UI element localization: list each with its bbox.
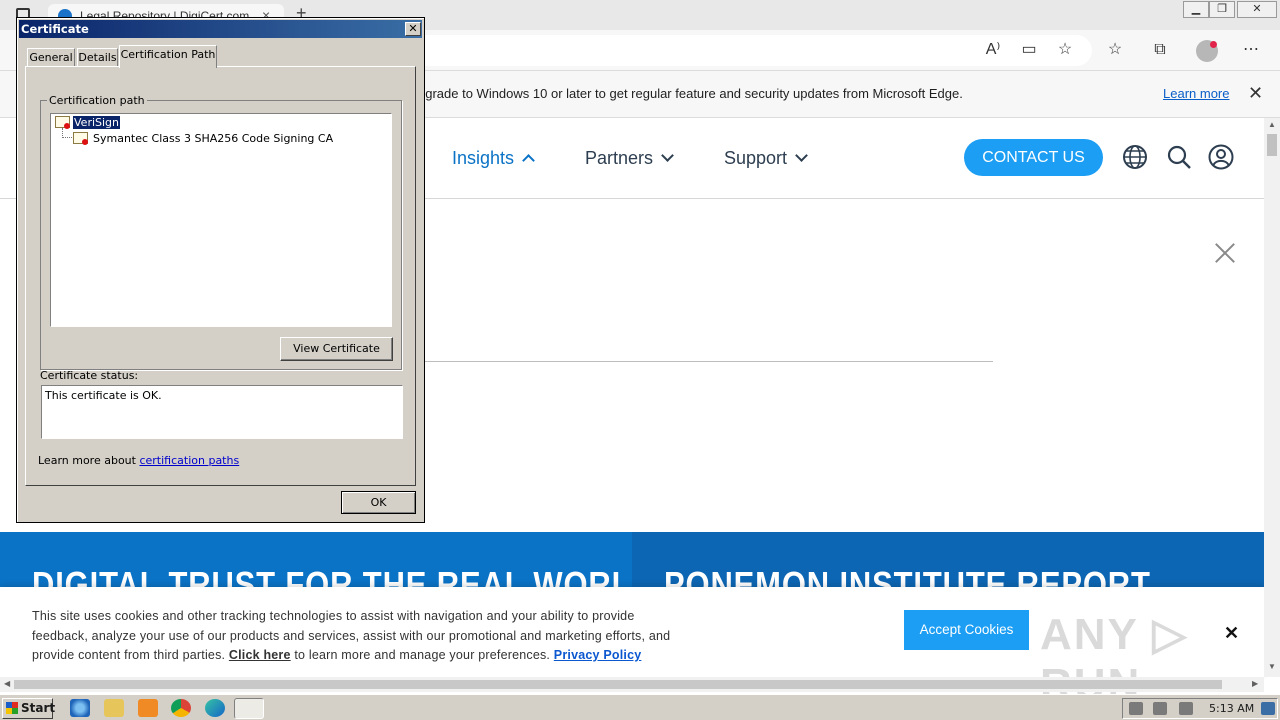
maximize-button[interactable]: ❐ bbox=[1209, 1, 1235, 18]
scroll-left-icon[interactable]: ◀ bbox=[4, 679, 10, 688]
learn-prefix: Learn more about bbox=[38, 454, 136, 467]
horizontal-scroll-thumb[interactable] bbox=[14, 680, 1222, 689]
nav-support-label: Support bbox=[724, 148, 788, 168]
favorites-icon[interactable]: ☆ bbox=[1104, 39, 1126, 61]
start-button[interactable]: Start bbox=[2, 698, 56, 719]
infobar-message: pgrade to Windows 10 or later to get reg… bbox=[418, 86, 963, 101]
panel-close-icon[interactable] bbox=[1212, 240, 1238, 266]
document-icon[interactable] bbox=[234, 698, 264, 719]
learn-more-link[interactable]: Learn more bbox=[1163, 86, 1229, 101]
add-favorite-icon[interactable]: ☆ bbox=[1054, 39, 1076, 61]
show-desktop-icon[interactable] bbox=[1261, 702, 1275, 715]
certification-paths-link[interactable]: certification paths bbox=[139, 454, 239, 467]
vertical-scrollbar[interactable]: ▲ ▼ bbox=[1264, 118, 1280, 677]
vertical-scroll-thumb[interactable] bbox=[1267, 134, 1277, 156]
chevron-up-icon bbox=[522, 154, 535, 167]
cookie-banner: This site uses cookies and other trackin… bbox=[0, 587, 1264, 709]
read-aloud-icon[interactable]: A⁾ bbox=[982, 39, 1004, 61]
banner-digital-trust[interactable]: DIGITAL TRUST FOR THE REAL WORLD bbox=[0, 532, 632, 592]
privacy-policy-link[interactable]: Privacy Policy bbox=[554, 648, 642, 662]
divider bbox=[424, 361, 993, 362]
tree-connector bbox=[62, 128, 72, 138]
tab-certification-path[interactable]: Certification Path bbox=[119, 45, 217, 68]
chrome-icon[interactable] bbox=[171, 699, 191, 717]
explorer-icon[interactable] bbox=[104, 699, 124, 717]
certification-path-group: Certification path VeriSign Symantec Cla… bbox=[40, 94, 402, 370]
chevron-down-icon bbox=[661, 149, 674, 162]
horizontal-scrollbar[interactable]: ◀ ▶ bbox=[0, 677, 1264, 692]
chevron-down-icon bbox=[795, 149, 808, 162]
tab-details[interactable]: Details bbox=[77, 48, 118, 67]
system-tray: 5:13 AM bbox=[1122, 698, 1278, 719]
dialog-title: Certificate bbox=[21, 22, 89, 36]
certificate-icon bbox=[55, 116, 70, 129]
tab-general[interactable]: General bbox=[27, 48, 75, 67]
certificate-dialog: Certificate ✕ General Details Certificat… bbox=[16, 17, 425, 523]
dialog-title-bar[interactable]: Certificate ✕ bbox=[19, 20, 422, 38]
certificate-status-field[interactable]: This certificate is OK. bbox=[41, 385, 403, 439]
scroll-up-icon[interactable]: ▲ bbox=[1268, 120, 1276, 129]
taskbar: Start 5:13 AM bbox=[0, 694, 1280, 720]
nav-insights-label: Insights bbox=[452, 148, 515, 168]
nav-partners[interactable]: Partners bbox=[585, 148, 674, 169]
windows-logo-icon bbox=[6, 702, 18, 714]
edge-icon[interactable] bbox=[205, 699, 225, 717]
ie-icon[interactable] bbox=[70, 699, 90, 717]
tree-node-child[interactable]: Symantec Class 3 SHA256 Code Signing CA bbox=[93, 132, 333, 145]
tree-node-root[interactable]: VeriSign bbox=[73, 116, 121, 129]
profile-icon[interactable] bbox=[1196, 40, 1218, 62]
learn-more-text: Learn more about certification paths bbox=[38, 454, 239, 467]
certificate-status-text: This certificate is OK. bbox=[45, 389, 162, 402]
more-icon[interactable]: ⋯ bbox=[1240, 39, 1262, 61]
flag-icon[interactable] bbox=[1179, 702, 1193, 715]
network-icon[interactable] bbox=[1153, 702, 1167, 715]
cookie-close-icon[interactable]: ✕ bbox=[1224, 623, 1239, 644]
infobar-close-icon[interactable]: ✕ bbox=[1248, 83, 1263, 104]
cookie-text-after: to learn more and manage your preference… bbox=[294, 648, 551, 662]
certificate-error-icon bbox=[73, 132, 88, 145]
collections-icon[interactable]: ⧉ bbox=[1149, 39, 1171, 61]
account-icon[interactable] bbox=[1208, 144, 1234, 170]
search-icon[interactable] bbox=[1166, 144, 1192, 170]
certificate-status-label: Certificate status: bbox=[40, 369, 139, 382]
contact-us-button[interactable]: CONTACT US bbox=[964, 139, 1103, 176]
nav-support[interactable]: Support bbox=[724, 148, 808, 169]
view-certificate-button[interactable]: View Certificate bbox=[280, 337, 393, 361]
banner-ponemon-report[interactable]: PONEMON INSTITUTE REPORT bbox=[632, 532, 1264, 592]
minimize-button[interactable]: ▁ bbox=[1183, 1, 1209, 18]
volume-icon[interactable] bbox=[1129, 702, 1143, 715]
cookie-message: This site uses cookies and other trackin… bbox=[32, 607, 692, 666]
window-close-button[interactable]: ✕ bbox=[1237, 1, 1277, 18]
nav-insights[interactable]: Insights bbox=[452, 148, 535, 169]
accept-cookies-button[interactable]: Accept Cookies bbox=[904, 610, 1029, 650]
certification-path-panel: Certification path VeriSign Symantec Cla… bbox=[25, 66, 416, 486]
profile-status-icon bbox=[1210, 41, 1217, 48]
click-here-link[interactable]: Click here bbox=[229, 648, 291, 662]
globe-icon[interactable] bbox=[1122, 144, 1148, 170]
media-player-icon[interactable] bbox=[138, 699, 158, 717]
start-label: Start bbox=[21, 701, 56, 715]
scroll-right-icon[interactable]: ▶ bbox=[1252, 679, 1258, 688]
certificate-tree[interactable]: VeriSign Symantec Class 3 SHA256 Code Si… bbox=[50, 113, 392, 327]
ok-button[interactable]: OK bbox=[341, 491, 416, 514]
clock: 5:13 AM bbox=[1209, 702, 1255, 715]
immersive-reader-icon[interactable]: ▭ bbox=[1018, 39, 1040, 61]
scroll-down-icon[interactable]: ▼ bbox=[1268, 662, 1276, 671]
nav-partners-label: Partners bbox=[585, 148, 654, 168]
dialog-close-button[interactable]: ✕ bbox=[405, 22, 421, 36]
certification-path-label: Certification path bbox=[47, 94, 147, 107]
